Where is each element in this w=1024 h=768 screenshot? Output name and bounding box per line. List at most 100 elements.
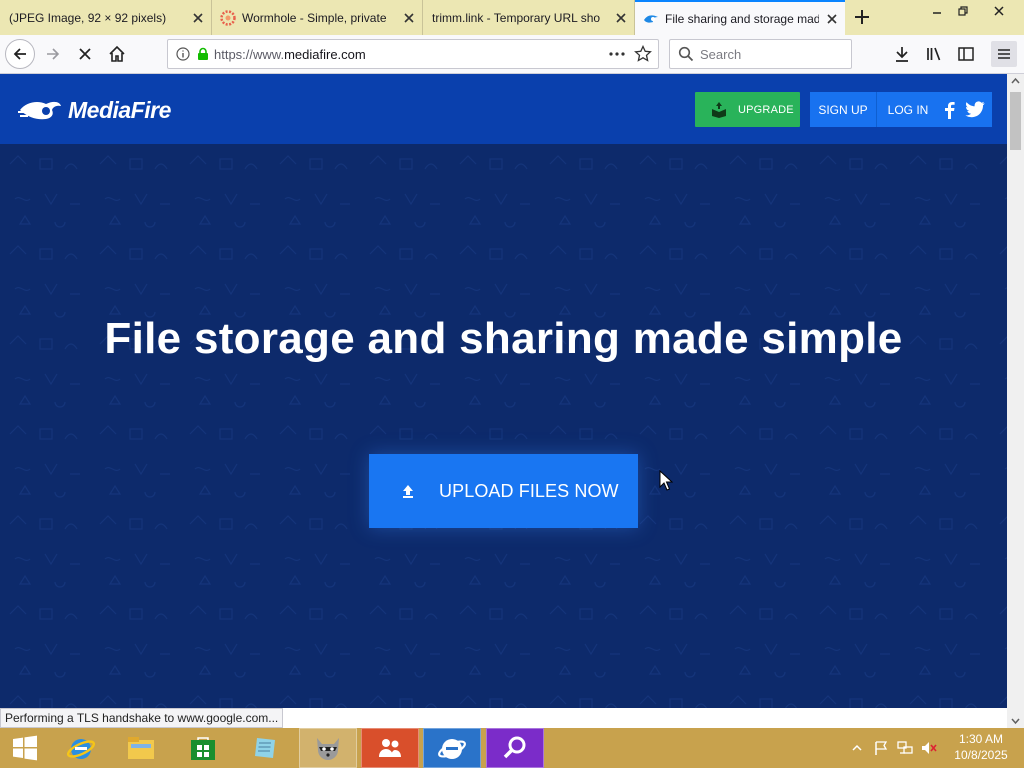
new-tab-plus-icon[interactable] (850, 6, 874, 28)
home-button[interactable] (102, 39, 132, 69)
taskbar-notepad[interactable] (236, 728, 294, 768)
tab-wormhole[interactable]: Wormhole - Simple, private (212, 0, 423, 35)
hamburger-menu-icon (998, 49, 1010, 59)
vertical-scrollbar[interactable] (1007, 74, 1024, 728)
windows-logo-icon (13, 735, 37, 761)
tab-title: Wormhole - Simple, private (242, 10, 387, 25)
facebook-icon[interactable] (939, 100, 959, 120)
taskbar-file-explorer[interactable] (112, 728, 170, 768)
page-actions-icon[interactable] (608, 45, 626, 63)
store-icon (191, 737, 215, 760)
system-clock[interactable]: 1:30 AM 10/8/2025 (948, 731, 1014, 763)
show-hidden-icons-button[interactable] (848, 728, 866, 768)
windows-taskbar: 1:30 AM 10/8/2025 (0, 728, 1024, 768)
upgrade-label: UPGRADE (738, 103, 794, 116)
raccoon-app-icon (317, 738, 339, 760)
upload-files-label: UPLOAD FILES NOW (439, 480, 619, 501)
taskbar-internet-explorer-2[interactable] (423, 728, 481, 768)
close-icon[interactable] (402, 11, 416, 25)
mediafire-flame-logo-icon (18, 101, 61, 120)
hero-title: File storage and sharing made simple (104, 314, 903, 363)
scroll-up-arrow-icon[interactable] (1007, 74, 1024, 88)
tab-strip: (JPEG Image, 92 × 92 pixels) Wormhole - … (0, 0, 1024, 35)
close-icon[interactable] (825, 12, 839, 26)
tab-title: trimm.link - Temporary URL sho (432, 10, 601, 25)
file-explorer-icon (128, 737, 154, 759)
tab-jpeg-image[interactable]: (JPEG Image, 92 × 92 pixels) (0, 0, 212, 35)
logo-text: MediaFire (68, 96, 171, 123)
mediafire-logo[interactable]: MediaFire (18, 96, 171, 124)
search-icon (678, 46, 694, 62)
taskbar-search-app[interactable] (486, 728, 544, 768)
menu-button[interactable] (991, 41, 1017, 67)
flag-icon (875, 741, 888, 755)
close-window-button[interactable] (982, 0, 1016, 22)
wormhole-favicon-icon (220, 9, 236, 26)
network-tray[interactable] (894, 728, 916, 768)
twitter-icon[interactable] (965, 100, 985, 120)
sidebar-icon (958, 47, 974, 61)
volume-tray[interactable] (918, 728, 940, 768)
restore-icon (958, 6, 968, 16)
tab-mediafire[interactable]: File sharing and storage mad (635, 0, 845, 35)
tab-title: (JPEG Image, 92 × 92 pixels) (9, 10, 167, 25)
upload-files-button[interactable]: UPLOAD FILES NOW (369, 454, 638, 528)
internet-explorer-icon (66, 739, 96, 759)
notepad-icon (255, 738, 275, 758)
forward-arrow-icon (47, 48, 60, 60)
tab-trimm-link[interactable]: trimm.link - Temporary URL sho (423, 0, 635, 35)
secure-lock-icon[interactable] (196, 47, 210, 61)
upgrade-button[interactable]: UPGRADE (695, 92, 800, 127)
mouse-cursor-icon (659, 470, 673, 491)
site-header: MediaFire UPGRADE SIGN UP LOG IN (0, 74, 1007, 144)
clock-time: 1:30 AM (958, 732, 1004, 746)
downloads-button[interactable] (891, 43, 913, 65)
close-icon[interactable] (614, 11, 628, 25)
internet-explorer-icon (438, 739, 466, 759)
action-center-tray[interactable] (870, 728, 892, 768)
mediafire-favicon-icon (644, 14, 658, 23)
sign-up-link[interactable]: SIGN UP (810, 92, 877, 127)
start-button[interactable] (0, 728, 50, 768)
navigation-toolbar: https://www.mediafire.com Search (0, 35, 1024, 74)
download-icon (896, 47, 908, 62)
taskbar-raccoon-app[interactable] (299, 728, 357, 768)
library-icon (927, 47, 941, 61)
bookmark-star-icon[interactable] (634, 45, 652, 63)
upgrade-box-icon (712, 101, 726, 118)
search-app-icon (503, 736, 526, 759)
scroll-down-arrow-icon[interactable] (1007, 714, 1024, 728)
clock-date: 10/8/2025 (954, 748, 1008, 762)
url-text[interactable]: https://www.mediafire.com (214, 47, 608, 62)
close-icon (994, 6, 1004, 16)
taskbar-people-app[interactable] (361, 728, 419, 768)
upload-arrow-icon (397, 480, 419, 502)
stop-icon (79, 48, 91, 60)
scrollbar-thumb[interactable] (1010, 92, 1021, 150)
network-icon (897, 741, 913, 754)
taskbar-store[interactable] (174, 728, 232, 768)
log-in-link[interactable]: LOG IN (877, 92, 939, 127)
url-bar[interactable]: https://www.mediafire.com (167, 39, 659, 69)
minimize-icon (933, 12, 941, 14)
sidebar-button[interactable] (955, 43, 977, 65)
back-arrow-icon (13, 48, 26, 60)
status-bar: Performing a TLS handshake to www.google… (0, 708, 284, 728)
search-input[interactable]: Search (669, 39, 852, 69)
home-icon (109, 45, 125, 62)
close-icon[interactable] (191, 11, 205, 25)
info-icon[interactable] (176, 47, 190, 61)
search-placeholder: Search (700, 46, 742, 62)
forward-button[interactable] (38, 39, 68, 69)
background-pattern (0, 144, 1007, 708)
restore-button[interactable] (946, 0, 980, 22)
people-app-icon (379, 739, 401, 757)
volume-muted-icon (922, 742, 937, 754)
web-page: MediaFire UPGRADE SIGN UP LOG IN File st… (0, 74, 1007, 708)
library-button[interactable] (923, 43, 945, 65)
tab-title: File sharing and storage mad (665, 11, 819, 26)
stop-button[interactable] (70, 39, 100, 69)
taskbar-internet-explorer[interactable] (52, 728, 110, 768)
chevron-up-icon (852, 744, 862, 751)
back-button[interactable] (5, 39, 35, 69)
